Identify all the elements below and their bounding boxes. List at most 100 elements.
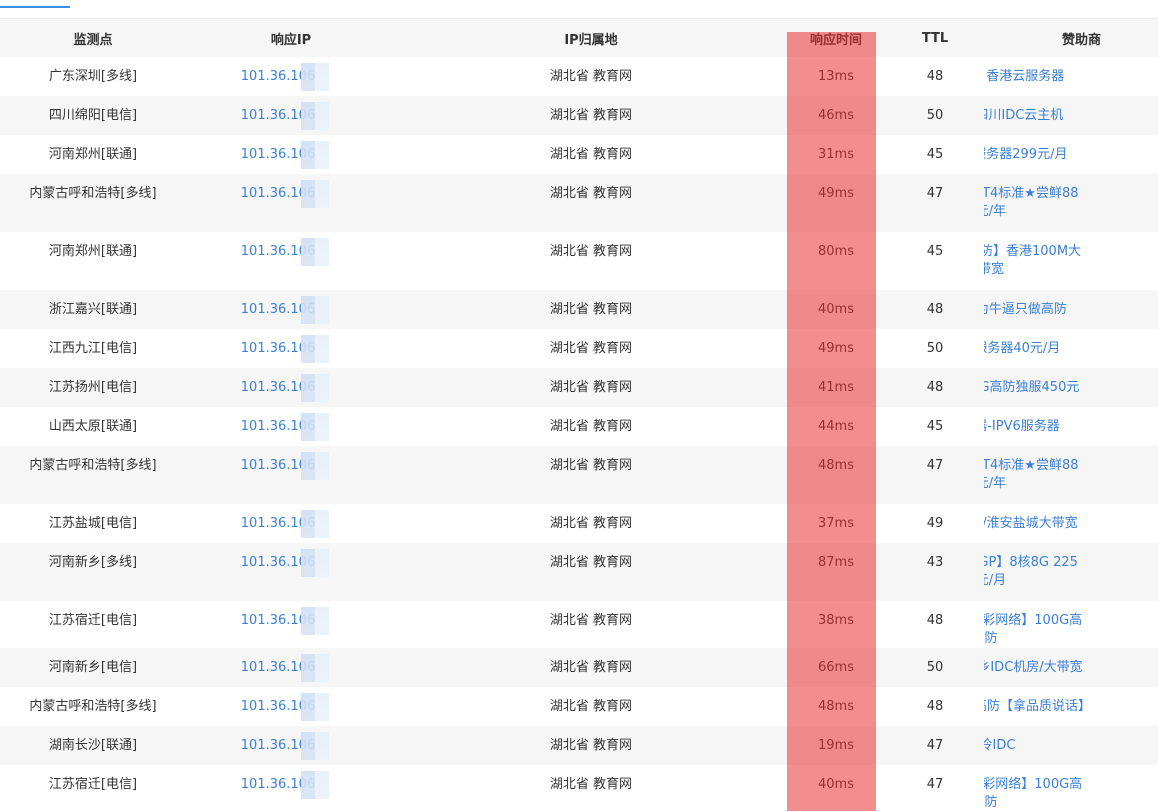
ip-redaction-mosaic (301, 732, 329, 760)
sponsor-link[interactable]: 【内蒙BGP】T4标准★尝鲜88元/年 (984, 458, 1079, 491)
table-row: 河南新乡[电信] 101.36.106 湖北省 教育网 66ms 50 新乡易阳丨新乡ID… (0, 648, 1158, 687)
response-time: 49ms (818, 186, 854, 201)
response-time-cell: 49ms (786, 174, 886, 232)
monitor-cell: 四川绵阳[电信] (0, 96, 186, 135)
response-time-cell: 48ms (786, 446, 886, 504)
sponsor-link[interactable]: 高配DELL服务器299元/月 (984, 147, 1067, 162)
ip-location: 湖北省 教育网 (549, 341, 633, 356)
ttl-cell: 48 (886, 601, 984, 648)
response-time-cell: 48ms (786, 687, 886, 726)
sponsor-link[interactable]: 酷冷IDC (984, 738, 1015, 753)
sponsor-link[interactable]: 666IDC因为牛逼只做高防 (984, 302, 1067, 317)
monitor-point: 河南新乡[电信] (48, 660, 138, 675)
sponsor-cell: 好云数据只做高防【拿品质说话】 (984, 687, 1158, 726)
monitor-point: 江苏宿迁[电信] (48, 777, 138, 792)
location-cell: 湖北省 教育网 (396, 726, 786, 765)
response-time: 49ms (818, 341, 854, 356)
ip-redaction-mosaic (301, 654, 329, 682)
sponsor-link[interactable]: 2yun.com 香港云服务器 (984, 69, 1064, 84)
ip-location: 湖北省 教育网 (549, 302, 633, 317)
ttl-value: 47 (926, 738, 944, 753)
table-row: 江苏宿迁[电信] 101.36.106 湖北省 教育网 38ms 48 【7YC.com云… (0, 601, 1158, 648)
sponsor-link[interactable]: 新乡易阳丨新乡IDC机房/大带宽 (984, 660, 1083, 675)
table-row: 浙江嘉兴[联通] 101.36.106 湖北省 教育网 40ms 48 666IDC因为牛… (0, 290, 1158, 329)
sponsor-link[interactable]: 【7YC.com云彩网络】100G高防 (984, 613, 1082, 646)
location-cell: 湖北省 教育网 (396, 407, 786, 446)
monitor-cell: 内蒙古呼和浩特[多线] (0, 174, 186, 232)
sponsor-link[interactable]: 淮安三全网络/淮安盐城大带宽 (984, 516, 1078, 531)
response-time: 37ms (818, 516, 854, 531)
response-time-cell: 41ms (786, 368, 886, 407)
ip-redaction-mosaic (301, 693, 329, 721)
ip-redaction-mosaic (301, 452, 329, 480)
ip-location: 湖北省 教育网 (549, 244, 633, 259)
sponsor-link[interactable]: 【7YC.com云彩网络】100G高防 (984, 777, 1082, 810)
sponsor-link[interactable]: 【60G高防BGP】8核8G 225元/月 (984, 555, 1078, 588)
active-tab-underline (0, 0, 70, 8)
location-cell: 湖北省 教育网 (396, 648, 786, 687)
sponsor-link[interactable]: 【香港CN2高防】香港100M大带宽 (984, 244, 1081, 277)
response-time: 13ms (818, 69, 854, 84)
response-time-cell: 46ms (786, 96, 886, 135)
ip-location: 湖北省 教育网 (549, 458, 633, 473)
location-cell: 湖北省 教育网 (396, 96, 786, 135)
ping-results-table: 监测点 响应IP IP归属地 响应时间 TTL 赞助商 广东深圳[多线] 101.… (0, 19, 1158, 812)
ip-redaction-mosaic (301, 549, 329, 577)
response-time: 38ms (818, 613, 854, 628)
response-time: 80ms (818, 244, 854, 259)
ip-location: 湖北省 教育网 (549, 147, 633, 162)
sponsor-cell: 高配DELL服务器299元/月 (984, 135, 1158, 174)
sponsor-cell: 【内蒙BGP】T4标准★尝鲜88元/年 (984, 174, 1158, 232)
response-time-cell: 49ms (786, 329, 886, 368)
table-row: 江苏扬州[电信] 101.36.106 湖北省 教育网 41ms 48 【云彩】100G高… (0, 368, 1158, 407)
location-cell: 湖北省 教育网 (396, 543, 786, 601)
ip-cell: 101.36.106 (186, 96, 396, 135)
ip-location: 湖北省 教育网 (549, 777, 633, 792)
header-response-time: 响应时间 (786, 19, 886, 57)
sponsor-link[interactable]: 20G防护服务器40元/月 (984, 341, 1060, 356)
header-ttl: TTL (886, 19, 984, 57)
ip-location: 湖北省 教育网 (549, 186, 633, 201)
sponsor-cell: 微云互联-四川IDC云主机 (984, 96, 1158, 135)
ip-cell: 101.36.106 (186, 290, 396, 329)
ttl-cell: 49 (886, 504, 984, 543)
sponsor-link[interactable]: 好云数据只做高防【拿品质说话】 (984, 699, 1091, 714)
table-row: 湖南长沙[联通] 101.36.106 湖北省 教育网 19ms 47 酷冷IDC (0, 726, 1158, 765)
response-time: 48ms (818, 458, 854, 473)
monitor-point: 江苏盐城[电信] (48, 516, 138, 531)
monitor-point: 浙江嘉兴[联通] (48, 302, 138, 317)
ip-location: 湖北省 教育网 (549, 419, 633, 434)
monitor-cell: 江苏扬州[电信] (0, 368, 186, 407)
response-time-cell: 38ms (786, 601, 886, 648)
sponsor-link[interactable]: 【云彩】100G高防独服450元 (984, 380, 1079, 395)
sponsor-cell: 2yun.com 香港云服务器 (984, 57, 1158, 96)
ttl-value: 47 (926, 777, 944, 792)
ttl-value: 48 (926, 699, 944, 714)
monitor-cell: 内蒙古呼和浩特[多线] (0, 687, 186, 726)
ip-cell: 101.36.106 (186, 329, 396, 368)
ttl-cell: 43 (886, 543, 984, 601)
sponsor-link[interactable]: 【内蒙BGP】T4标准★尝鲜88元/年 (984, 186, 1079, 219)
header-monitor: 监测点 (0, 19, 186, 57)
sponsor-link[interactable]: 微云互联-四川IDC云主机 (984, 108, 1063, 123)
ip-cell: 101.36.106 (186, 232, 396, 290)
ttl-value: 50 (926, 660, 944, 675)
monitor-cell: 河南郑州[联通] (0, 232, 186, 290)
response-time: 31ms (818, 147, 854, 162)
ttl-cell: 47 (886, 726, 984, 765)
ttl-cell: 45 (886, 407, 984, 446)
response-time: 48ms (818, 699, 854, 714)
top-tab-strip (0, 0, 1158, 19)
ip-location: 湖北省 教育网 (549, 69, 633, 84)
ip-redaction-mosaic (301, 510, 329, 538)
monitor-point: 江苏扬州[电信] (48, 380, 138, 395)
location-cell: 湖北省 教育网 (396, 765, 786, 812)
ip-location: 湖北省 教育网 (549, 699, 633, 714)
response-time: 66ms (818, 660, 854, 675)
table-row: 河南郑州[联通] 101.36.106 湖北省 教育网 31ms 45 高配DELL服务器… (0, 135, 1158, 174)
monitor-point: 江苏宿迁[电信] (48, 613, 138, 628)
header-ip: 响应IP (186, 19, 396, 57)
ip-cell: 101.36.106 (186, 368, 396, 407)
ip-location: 湖北省 教育网 (549, 613, 633, 628)
sponsor-link[interactable]: 山西服务器-IPV6服务器 (984, 419, 1060, 434)
